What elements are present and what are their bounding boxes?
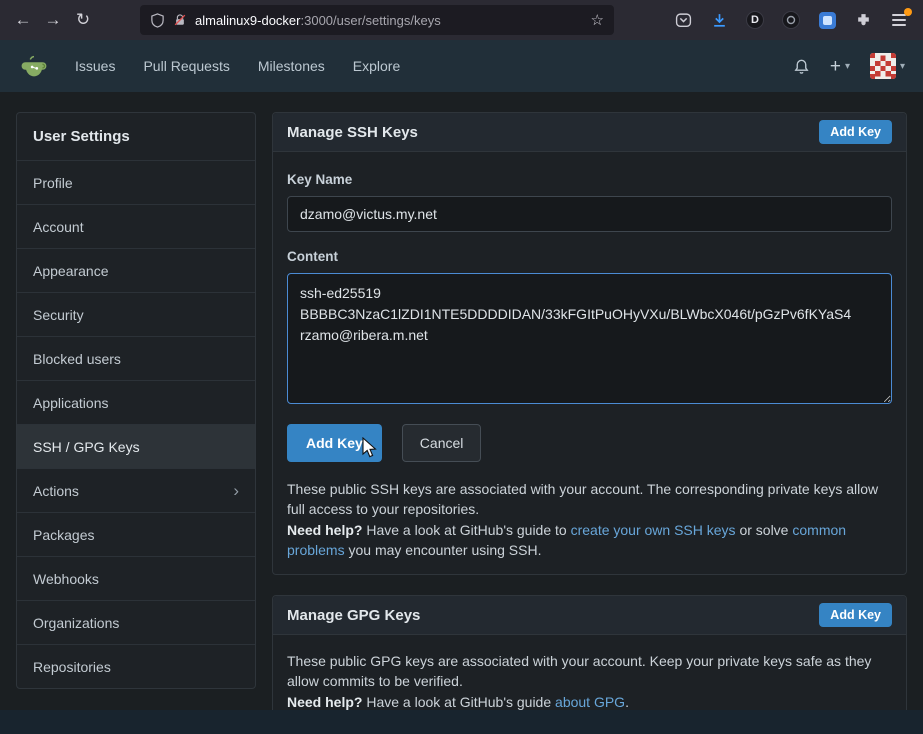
- extension-d-letter: D: [746, 11, 764, 29]
- site-footer: [0, 710, 923, 734]
- ssh-guide-link[interactable]: create your own SSH keys: [571, 522, 736, 538]
- gpg-add-key-header-button[interactable]: Add Key: [819, 603, 892, 627]
- extensions-puzzle-icon[interactable]: [849, 6, 877, 34]
- sidebar-item-profile[interactable]: Profile: [17, 160, 255, 204]
- gitea-logo[interactable]: [18, 50, 50, 82]
- ssh-panel-body: Key Name Content ssh-ed25519 BBBBC3NzaC1…: [273, 152, 906, 574]
- user-avatar: [870, 53, 896, 79]
- gpg-keys-panel: Manage GPG Keys Add Key These public GPG…: [272, 595, 907, 710]
- sidebar-title: User Settings: [17, 113, 255, 160]
- sidebar-item-actions[interactable]: Actions ›: [17, 468, 255, 512]
- sidebar-item-webhooks[interactable]: Webhooks: [17, 556, 255, 600]
- notifications-bell-icon[interactable]: [793, 58, 810, 75]
- nav-link-issues[interactable]: Issues: [62, 49, 128, 83]
- nav-link-milestones[interactable]: Milestones: [245, 49, 338, 83]
- gpg-panel-header: Manage GPG Keys Add Key: [273, 596, 906, 635]
- plus-icon: +: [830, 57, 841, 76]
- browser-forward-button[interactable]: →: [38, 5, 68, 35]
- screen: ← → ↻ almalinux9-docker:3000/user/settin…: [0, 0, 923, 734]
- content-label: Content: [287, 249, 892, 264]
- gpg-help-text: These public GPG keys are associated wit…: [287, 651, 892, 710]
- page-content: User Settings Profile Account Appearance…: [0, 92, 923, 710]
- toolbar-extension-icons: D: [669, 6, 915, 34]
- site-navbar: Issues Pull Requests Milestones Explore …: [0, 40, 923, 92]
- url-bar[interactable]: almalinux9-docker:3000/user/settings/key…: [140, 5, 614, 35]
- ssh-panel-title: Manage SSH Keys: [287, 124, 418, 141]
- sidebar-item-applications[interactable]: Applications: [17, 380, 255, 424]
- extension-d-icon[interactable]: D: [741, 6, 769, 34]
- chevron-right-icon: ›: [233, 486, 239, 496]
- pocket-icon[interactable]: [669, 6, 697, 34]
- browser-toolbar: ← → ↻ almalinux9-docker:3000/user/settin…: [0, 0, 923, 40]
- create-new-button[interactable]: + ▾: [830, 57, 850, 76]
- url-text: almalinux9-docker:3000/user/settings/key…: [195, 13, 583, 28]
- sidebar-item-repositories[interactable]: Repositories: [17, 644, 255, 688]
- tracking-shield-icon[interactable]: [150, 13, 165, 28]
- nav-link-pull-requests[interactable]: Pull Requests: [130, 49, 242, 83]
- caret-down-icon: ▾: [900, 61, 905, 72]
- cancel-button[interactable]: Cancel: [402, 424, 482, 462]
- insecure-lock-icon[interactable]: [173, 13, 187, 27]
- downloads-icon[interactable]: [705, 6, 733, 34]
- sidebar-item-account[interactable]: Account: [17, 204, 255, 248]
- ssh-keys-panel: Manage SSH Keys Add Key Key Name Content…: [272, 112, 907, 575]
- add-key-submit-button[interactable]: Add Key: [287, 424, 382, 462]
- ssh-add-key-header-button[interactable]: Add Key: [819, 120, 892, 144]
- gpg-guide-link[interactable]: about GPG: [555, 694, 625, 710]
- ssh-panel-header: Manage SSH Keys Add Key: [273, 113, 906, 152]
- sidebar-item-organizations[interactable]: Organizations: [17, 600, 255, 644]
- key-name-label: Key Name: [287, 172, 892, 187]
- caret-down-icon: ▾: [845, 61, 850, 72]
- update-badge: [904, 8, 912, 16]
- key-content-textarea[interactable]: ssh-ed25519 BBBBC3NzaC1lZDI1NTE5DDDDIDAN…: [287, 273, 892, 404]
- browser-back-button[interactable]: ←: [8, 5, 38, 35]
- sidebar-item-packages[interactable]: Packages: [17, 512, 255, 556]
- form-buttons: Add Key Cancel: [287, 424, 892, 462]
- navbar-right: + ▾: [793, 53, 905, 79]
- sidebar-item-blocked-users[interactable]: Blocked users: [17, 336, 255, 380]
- gpg-panel-body: These public GPG keys are associated wit…: [273, 635, 906, 710]
- key-name-input[interactable]: [287, 196, 892, 232]
- settings-main: Manage SSH Keys Add Key Key Name Content…: [272, 112, 907, 710]
- ssh-help-text: These public SSH keys are associated wit…: [287, 479, 892, 560]
- user-menu-button[interactable]: ▾: [870, 53, 905, 79]
- sidebar-item-appearance[interactable]: Appearance: [17, 248, 255, 292]
- settings-sidebar: User Settings Profile Account Appearance…: [16, 112, 256, 689]
- gpg-panel-title: Manage GPG Keys: [287, 607, 420, 624]
- sidebar-item-ssh-gpg-keys[interactable]: SSH / GPG Keys: [17, 424, 255, 468]
- container-extension-icon[interactable]: [813, 6, 841, 34]
- menu-icon[interactable]: [885, 6, 913, 34]
- extension-circle-icon[interactable]: [777, 6, 805, 34]
- nav-link-explore[interactable]: Explore: [340, 49, 413, 83]
- bookmark-star-icon[interactable]: ☆: [591, 11, 604, 29]
- browser-refresh-button[interactable]: ↻: [68, 5, 98, 35]
- sidebar-item-security[interactable]: Security: [17, 292, 255, 336]
